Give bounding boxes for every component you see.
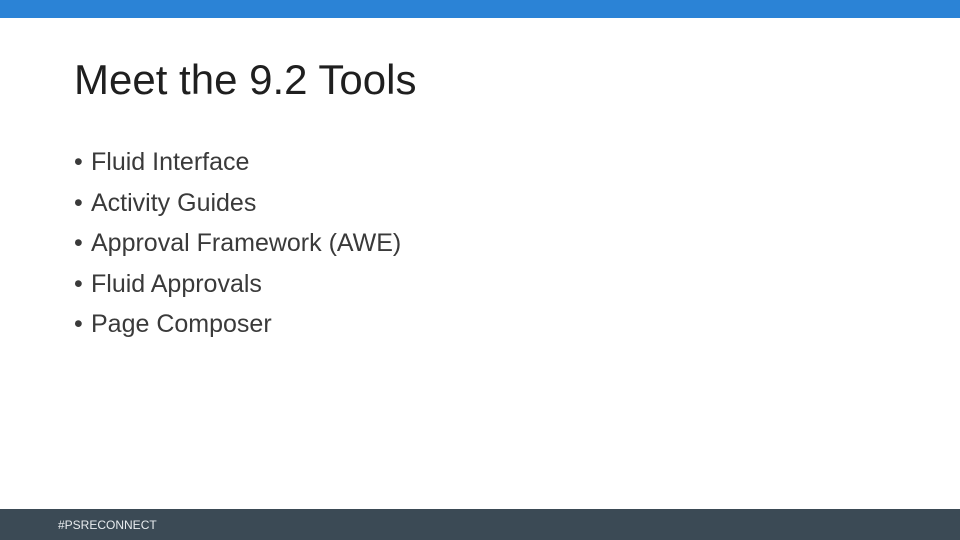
bullet-text: Fluid Interface (91, 148, 250, 176)
bullet-item: • Page Composer (74, 304, 401, 345)
bullet-marker: • (74, 188, 83, 217)
top-accent-bar (0, 0, 960, 18)
slide: Meet the 9.2 Tools • Fluid Interface • Act… (0, 0, 960, 540)
bullet-item: • Fluid Approvals (74, 264, 401, 305)
bullet-marker: • (74, 229, 83, 257)
footer-bar: #PSRECONNECT (0, 509, 960, 540)
slide-title: Meet the 9.2 Tools (74, 56, 417, 103)
bullet-item: • Fluid Interface (74, 142, 401, 183)
bullet-item: • Approval Framework (AWE) (74, 223, 401, 264)
bullet-item: • Activity Guides (74, 183, 401, 224)
bullet-marker: • (74, 148, 83, 176)
bullet-marker: • (74, 269, 83, 298)
bullet-marker: • (74, 310, 83, 338)
bullet-text: Activity Guides (91, 188, 257, 217)
footer-hashtag: #PSRECONNECT (58, 518, 157, 532)
bullet-list: • Fluid Interface • Activity Guides • Appro… (74, 142, 401, 345)
bullet-text: Approval Framework (AWE) (91, 229, 402, 257)
bullet-text: Fluid Approvals (91, 269, 262, 298)
bullet-text: Page Composer (91, 310, 272, 338)
